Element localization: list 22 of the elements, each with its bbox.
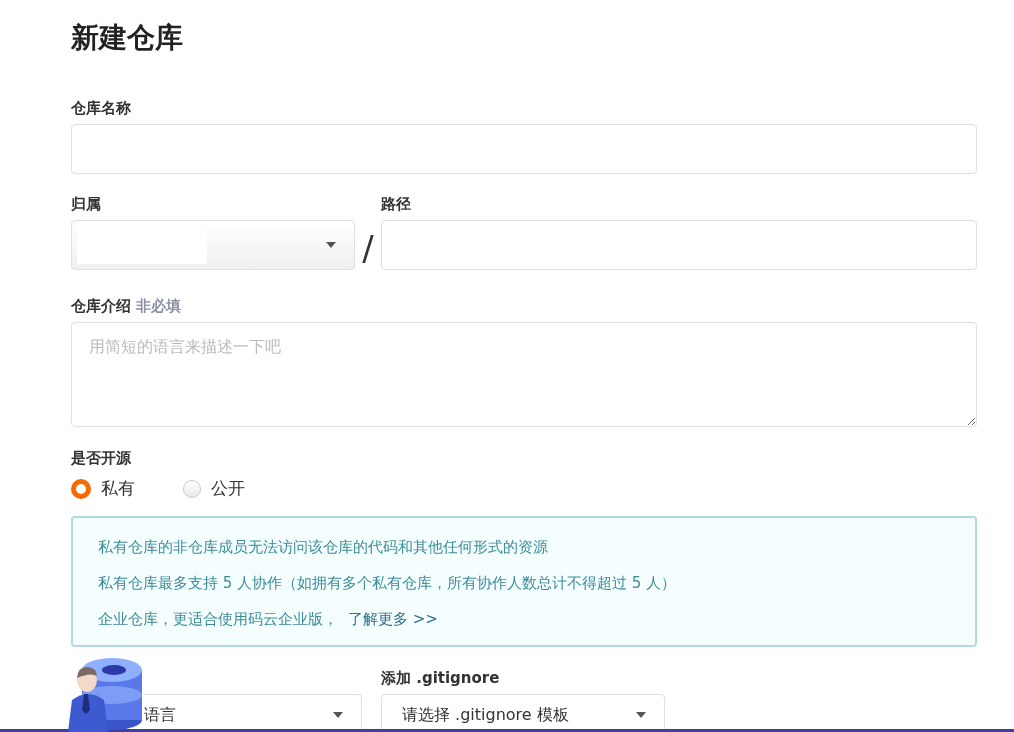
notice-text: 私有仓库的非仓库成员无法访问该仓库的代码和其他任何形式的资源 [98,537,549,558]
path-separator: / [361,228,375,268]
field-label: 是否开源 [71,448,132,468]
field-label: 归属 [71,194,102,214]
path-input[interactable] [381,220,977,270]
caret-icon [333,712,343,718]
name-input[interactable] [71,124,977,174]
caret-icon [326,242,336,248]
caret-icon [636,712,646,718]
field-label: 添加 .gitignore [381,668,501,688]
notice-text: 私有仓库最多支持 5 人协作（如拥有多个私有仓库，所有协作人数总计不得超过 5 人） [98,573,678,594]
page-title: 新建仓库 [71,20,184,56]
field-label: 仓库名称 [71,98,132,118]
learn-more-link[interactable]: 了解更多 >> [348,610,438,628]
gitignore-select[interactable]: 请选择 .gitignore 模板 [381,694,665,732]
owner-select[interactable] [71,220,355,270]
language-select[interactable]: 语言 [144,694,362,732]
visibility-radio[interactable]: 公开 [183,477,245,500]
field-label: 路径 [381,194,412,214]
notice-text: 企业仓库，更适合使用码云企业版， 了解更多 >> [98,609,439,630]
field-label: 仓库介绍 非必填 [71,296,183,316]
visibility-radio[interactable]: 私有 [71,477,135,500]
